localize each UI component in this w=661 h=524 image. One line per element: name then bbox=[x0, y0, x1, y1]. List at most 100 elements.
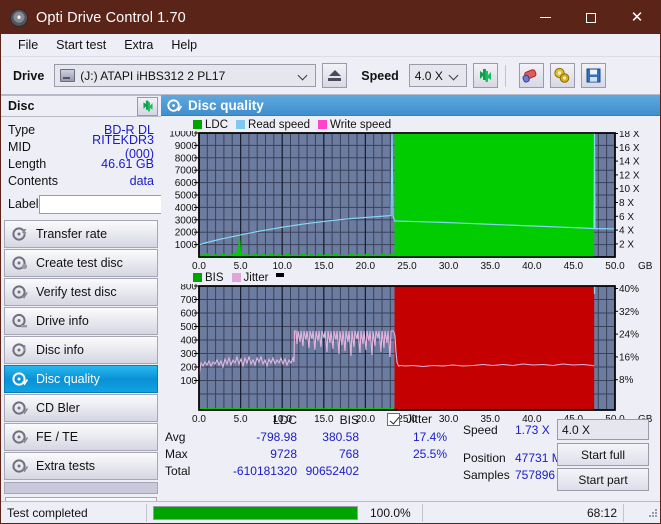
sidebar-item-verify-test-disc[interactable]: Verify test disc bbox=[4, 278, 158, 306]
menu-help[interactable]: Help bbox=[162, 36, 206, 54]
legend-label: Write speed bbox=[330, 118, 392, 131]
sidebar-item-drive-info[interactable]: Drive info bbox=[4, 307, 158, 335]
menu-extra[interactable]: Extra bbox=[115, 36, 162, 54]
legend-swatch-icon bbox=[193, 273, 202, 282]
drive-select[interactable]: (J:) ATAPI iHBS312 2 PL17 bbox=[54, 64, 317, 87]
svg-text:4 X: 4 X bbox=[619, 226, 634, 237]
svg-text:20.0: 20.0 bbox=[356, 261, 376, 272]
svg-text:45.0: 45.0 bbox=[564, 261, 584, 272]
cd-bler-icon bbox=[12, 401, 28, 415]
svg-text:40%: 40% bbox=[619, 284, 639, 295]
sidebar-item-label: Drive info bbox=[36, 314, 89, 328]
sidebar-item-label: Transfer rate bbox=[36, 227, 108, 241]
speed-select[interactable]: 4.0 X bbox=[408, 64, 467, 87]
window-controls: ✕ bbox=[522, 1, 660, 34]
disc-panel-title: Disc bbox=[8, 99, 35, 113]
speed-select-value: 4.0 X bbox=[414, 68, 443, 83]
drive-select-value: (J:) ATAPI iHBS312 2 PL17 bbox=[80, 68, 226, 83]
chevron-down-icon bbox=[450, 71, 459, 80]
legend-item-write-speed: Write speed bbox=[318, 119, 391, 131]
eject-button[interactable] bbox=[322, 63, 348, 88]
bis-saturated-band bbox=[394, 286, 595, 410]
svg-text:16 X: 16 X bbox=[619, 143, 640, 154]
jitter-checkbox-group[interactable]: Jitter bbox=[387, 412, 432, 426]
svg-text:24%: 24% bbox=[619, 330, 639, 341]
menu-file[interactable]: File bbox=[9, 36, 47, 54]
eraser-icon bbox=[522, 68, 537, 83]
sidebar-item-create-test-disc[interactable]: Create test disc bbox=[4, 249, 158, 277]
maximize-button[interactable] bbox=[568, 1, 614, 34]
menu-start-test[interactable]: Start test bbox=[47, 36, 115, 54]
sidebar-item-disc-quality[interactable]: Disc quality bbox=[4, 365, 158, 393]
progress-fill bbox=[154, 506, 357, 519]
disc-icon bbox=[10, 8, 28, 27]
stats-avg-bis: 380.58 bbox=[322, 430, 359, 444]
disc-mid-label: MID bbox=[8, 139, 31, 154]
svg-text:50.0: 50.0 bbox=[605, 261, 625, 272]
svg-text:200: 200 bbox=[180, 363, 197, 374]
sidebar-item-cd-bler[interactable]: CD Bler bbox=[4, 394, 158, 422]
stats-row-label-total: Total bbox=[165, 464, 191, 478]
stats-header-bis: BIS bbox=[339, 413, 359, 427]
svg-text:300: 300 bbox=[180, 349, 197, 360]
save-button[interactable] bbox=[580, 63, 606, 88]
svg-text:10000: 10000 bbox=[169, 131, 197, 140]
right-pane: Disc quality LDC Read speed Write speed … bbox=[161, 95, 660, 493]
disc-length-label: Length bbox=[8, 156, 47, 171]
svg-text:15.0: 15.0 bbox=[314, 261, 334, 272]
sidebar-item-fe-te[interactable]: FE / TE bbox=[4, 423, 158, 451]
app-window: Opti Drive Control 1.70 ✕ File Start tes… bbox=[0, 0, 661, 524]
stats-total-ldc: -610181320 bbox=[232, 464, 297, 478]
svg-text:700: 700 bbox=[180, 295, 197, 306]
svg-text:8000: 8000 bbox=[175, 153, 198, 164]
sidebar-item-transfer-rate[interactable]: Transfer rate bbox=[4, 220, 158, 248]
disc-panel-header: Disc bbox=[1, 95, 161, 117]
stats-avg-ldc: -798.98 bbox=[256, 430, 297, 444]
erase-button[interactable] bbox=[518, 63, 544, 88]
disc-refresh-button[interactable] bbox=[137, 96, 158, 116]
disc-label-row: Label bbox=[8, 193, 248, 215]
svg-text:6000: 6000 bbox=[175, 178, 198, 189]
disc-info-row: Contents data bbox=[8, 172, 154, 189]
sidebar-item-label: CD Bler bbox=[36, 401, 80, 415]
stats-row-label-max: Max bbox=[165, 447, 188, 461]
svg-text:5.0: 5.0 bbox=[234, 261, 248, 272]
svg-text:30.0: 30.0 bbox=[439, 261, 459, 272]
test-speed-select[interactable]: 4.0 X bbox=[557, 419, 649, 440]
status-divider bbox=[623, 503, 624, 522]
disc-quality-header: Disc quality bbox=[161, 95, 660, 116]
close-icon: ✕ bbox=[630, 9, 644, 26]
minimize-button[interactable] bbox=[522, 1, 568, 34]
close-button[interactable]: ✕ bbox=[614, 1, 660, 34]
legend-swatch-icon bbox=[231, 273, 241, 282]
fe-te-icon bbox=[12, 430, 28, 444]
refresh-icon bbox=[479, 69, 491, 82]
ldc-saturated-band bbox=[394, 133, 595, 257]
stats-max-ldc: 9728 bbox=[270, 447, 297, 461]
svg-text:2000: 2000 bbox=[175, 228, 198, 239]
disc-transfer-icon bbox=[12, 227, 27, 241]
start-full-button[interactable]: Start full bbox=[557, 443, 649, 466]
speed-stat-label: Speed bbox=[463, 423, 498, 437]
samples-value: 757896 bbox=[515, 468, 556, 482]
eject-icon bbox=[328, 70, 342, 81]
chevron-down-icon bbox=[299, 71, 308, 80]
svg-text:40.0: 40.0 bbox=[522, 261, 542, 272]
svg-text:4000: 4000 bbox=[175, 203, 198, 214]
resize-grip[interactable] bbox=[647, 507, 659, 519]
left-pane: Disc Type BD-R DL MID RITEKDR3 (000) Len… bbox=[1, 95, 248, 519]
sidebar-item-disc-info[interactable]: Disc info bbox=[4, 336, 158, 364]
sidebar-item-extra-tests[interactable]: Extra tests bbox=[4, 452, 158, 480]
legend-item-ldc: LDC bbox=[193, 119, 228, 131]
svg-text:8 X: 8 X bbox=[619, 198, 634, 209]
refresh-button[interactable] bbox=[472, 63, 498, 88]
jitter-checkbox[interactable] bbox=[387, 412, 400, 426]
disc-quality-title: Disc quality bbox=[188, 97, 264, 113]
svg-text:7000: 7000 bbox=[175, 166, 198, 177]
disc-contents-label: Contents bbox=[8, 173, 59, 188]
legend-label: BIS bbox=[205, 271, 224, 284]
progress-bar bbox=[153, 505, 358, 520]
disc-info-row: Length 46.61 GB bbox=[8, 155, 154, 172]
settings-button[interactable] bbox=[549, 63, 575, 88]
start-part-button[interactable]: Start part bbox=[557, 468, 649, 491]
